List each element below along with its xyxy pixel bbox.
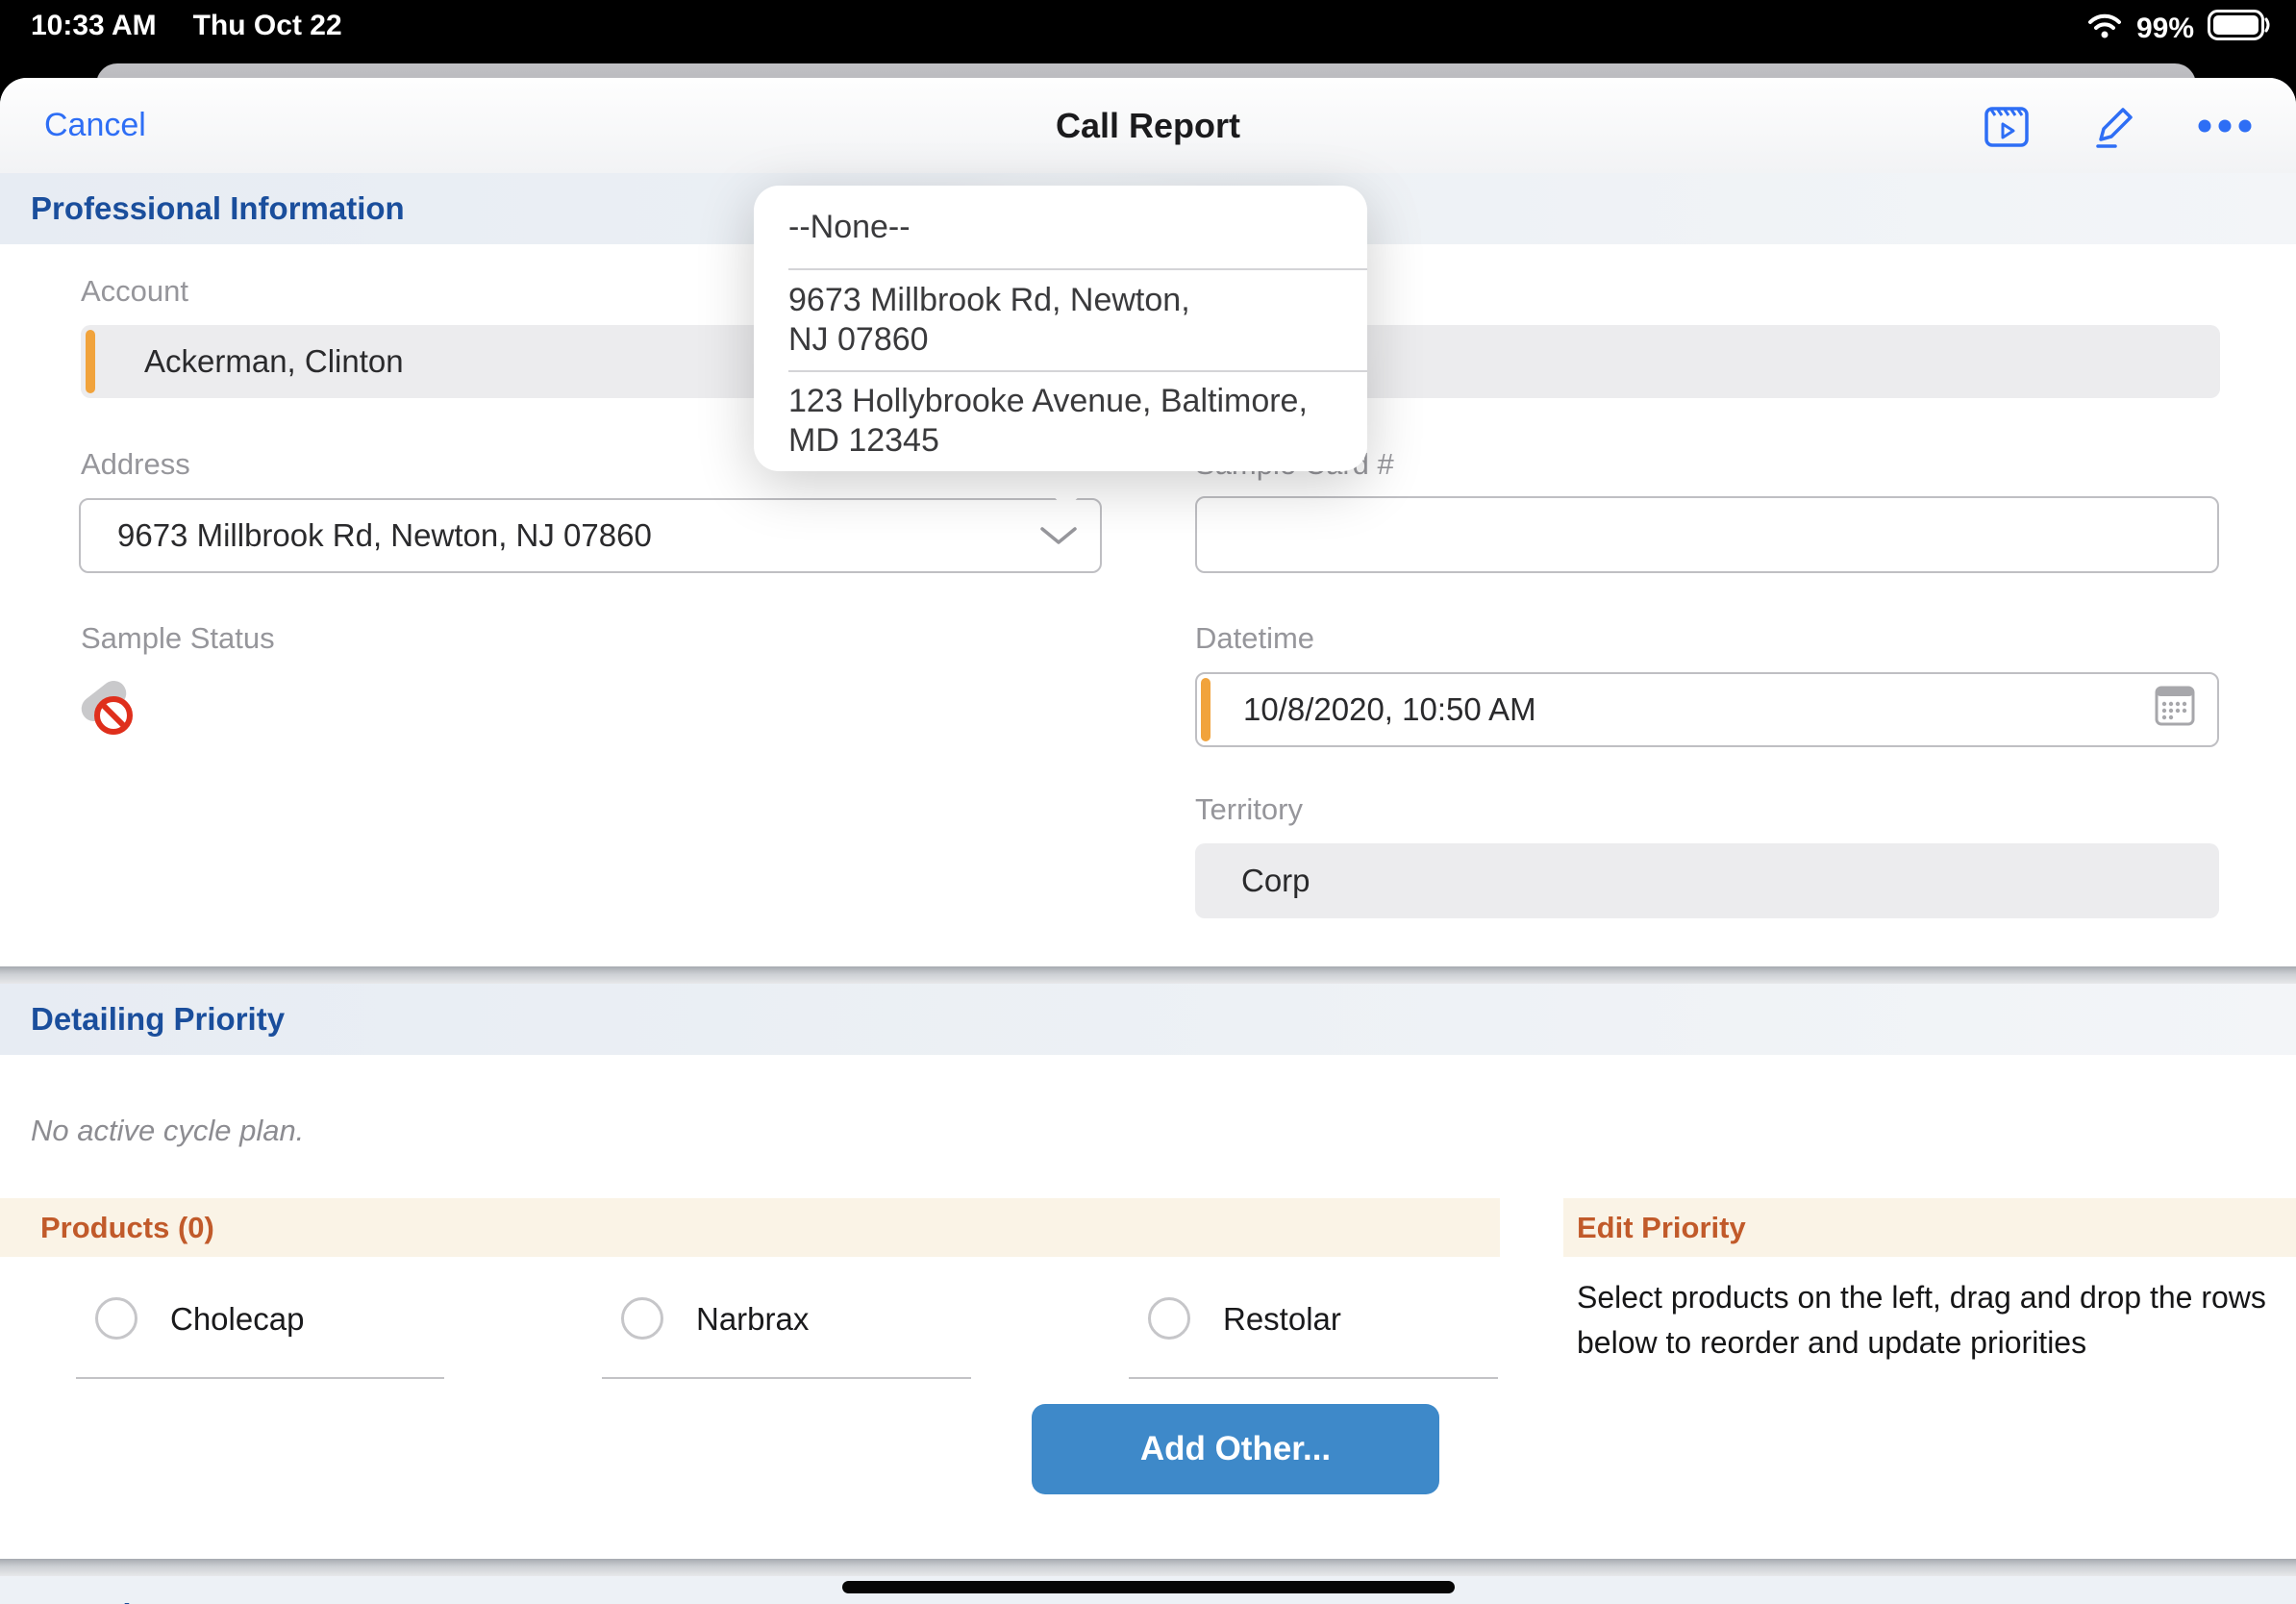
nav-bar: Cancel Call Report xyxy=(0,78,2296,175)
products-header-band: Products (0) xyxy=(0,1198,1500,1257)
option-line: MD 12345 xyxy=(788,421,1367,461)
sample-card-input[interactable] xyxy=(1195,496,2219,573)
account-value: Ackerman, Clinton xyxy=(144,343,404,380)
section-title: Detailing Priority xyxy=(31,1001,285,1038)
next-section-title: Attendees xyxy=(31,1597,185,1604)
required-indicator xyxy=(1201,678,1210,741)
popover-option-none[interactable]: --None-- xyxy=(754,186,1367,268)
territory-label: Territory xyxy=(1195,792,1303,827)
option-line: 9673 Millbrook Rd, Newton, xyxy=(788,281,1367,320)
address-popover: --None-- 9673 Millbrook Rd, Newton, NJ 0… xyxy=(754,186,1367,471)
popover-option-address-2[interactable]: 123 Hollybrooke Avenue, Baltimore, MD 12… xyxy=(754,372,1367,472)
product-label[interactable]: Restolar xyxy=(1223,1301,1341,1338)
product-underline xyxy=(76,1377,444,1379)
edit-priority-header: Edit Priority xyxy=(1577,1211,1746,1245)
products-header: Products (0) xyxy=(40,1211,214,1245)
chevron-down-icon xyxy=(1038,517,1079,554)
add-other-button[interactable]: Add Other... xyxy=(1032,1404,1439,1494)
section-header-detailing-priority: Detailing Priority xyxy=(0,984,2296,1055)
signature-pen-icon[interactable] xyxy=(2088,100,2140,152)
radio-restolar[interactable] xyxy=(1148,1297,1190,1340)
datetime-label: Datetime xyxy=(1195,621,1314,656)
home-indicator[interactable] xyxy=(842,1581,1455,1593)
section-title: Professional Information xyxy=(31,190,405,227)
cycle-plan-note: No active cycle plan. xyxy=(31,1114,304,1148)
datetime-value: 10/8/2020, 10:50 AM xyxy=(1243,691,1536,728)
product-label[interactable]: Narbrax xyxy=(696,1301,809,1338)
radio-cholecap[interactable] xyxy=(95,1297,137,1340)
address-dropdown[interactable]: 9673 Millbrook Rd, Newton, NJ 07860 xyxy=(79,498,1102,573)
battery-percent: 99% xyxy=(2136,13,2194,45)
more-options-icon[interactable] xyxy=(2196,100,2254,152)
option-line: NJ 07860 xyxy=(788,320,1367,360)
account-label: Account xyxy=(81,274,188,309)
battery-icon xyxy=(2208,10,2271,48)
page-title: Call Report xyxy=(0,78,2296,173)
media-player-icon[interactable] xyxy=(1981,100,2033,152)
edit-priority-header-band: Edit Priority xyxy=(1563,1198,2296,1257)
edit-priority-help: Select products on the left, drag and dr… xyxy=(1577,1275,2284,1366)
status-date: Thu Oct 22 xyxy=(193,10,342,42)
sample-status-label: Sample Status xyxy=(81,621,275,656)
no-samples-icon xyxy=(94,696,133,735)
section-divider xyxy=(0,966,2296,984)
datetime-field[interactable]: 10/8/2020, 10:50 AM xyxy=(1195,672,2219,747)
calendar-icon xyxy=(2154,683,2196,737)
status-bar-left: 10:33 AM Thu Oct 22 xyxy=(31,10,342,42)
address-value: 9673 Millbrook Rd, Newton, NJ 07860 xyxy=(117,517,652,554)
status-time: 10:33 AM xyxy=(31,10,157,42)
radio-narbrax[interactable] xyxy=(621,1297,663,1340)
address-label: Address xyxy=(81,447,190,482)
required-indicator xyxy=(86,330,95,393)
option-line: 123 Hollybrooke Avenue, Baltimore, xyxy=(788,382,1367,421)
territory-value: Corp xyxy=(1241,863,1310,899)
sample-status-icon xyxy=(77,679,144,737)
status-bar-right: 99% xyxy=(2086,10,2271,48)
wifi-icon xyxy=(2086,12,2123,46)
product-underline xyxy=(1129,1377,1498,1379)
product-underline xyxy=(602,1377,971,1379)
ipad-screen: 10:33 AM Thu Oct 22 99% Cancel Call Repo… xyxy=(0,0,2296,1604)
territory-field: Corp xyxy=(1195,843,2219,918)
popover-option-address-1[interactable]: 9673 Millbrook Rd, Newton, NJ 07860 xyxy=(754,270,1367,370)
section-divider xyxy=(0,1559,2296,1576)
product-label[interactable]: Cholecap xyxy=(170,1301,304,1338)
